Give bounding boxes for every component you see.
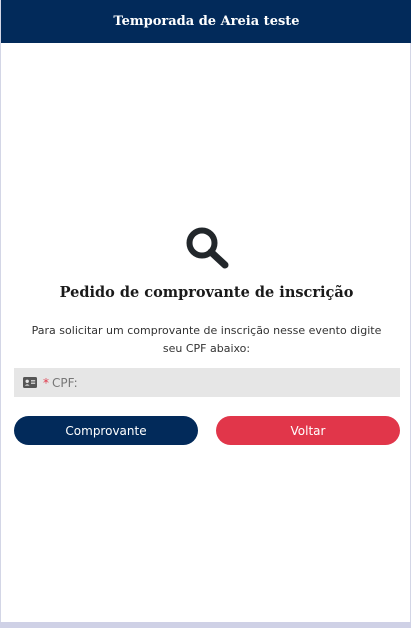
comprovante-button[interactable]: Comprovante [14,416,198,445]
required-mark: * [43,375,49,390]
id-card-icon [23,377,37,388]
page-title: Pedido de comprovante de inscrição [59,284,354,301]
page-frame: Temporada de Areia teste Pedido de compr… [0,0,411,622]
instructions-text: Para solicitar um comprovante de inscriç… [31,324,382,355]
voltar-button[interactable]: Voltar [216,416,400,445]
search-icon [186,227,229,269]
cpf-input[interactable] [52,375,352,390]
cpf-field[interactable]: * [14,368,400,397]
bottom-strip [0,622,411,628]
header-bar: Temporada de Areia teste [1,0,411,43]
header-title: Temporada de Areia teste [113,14,300,29]
